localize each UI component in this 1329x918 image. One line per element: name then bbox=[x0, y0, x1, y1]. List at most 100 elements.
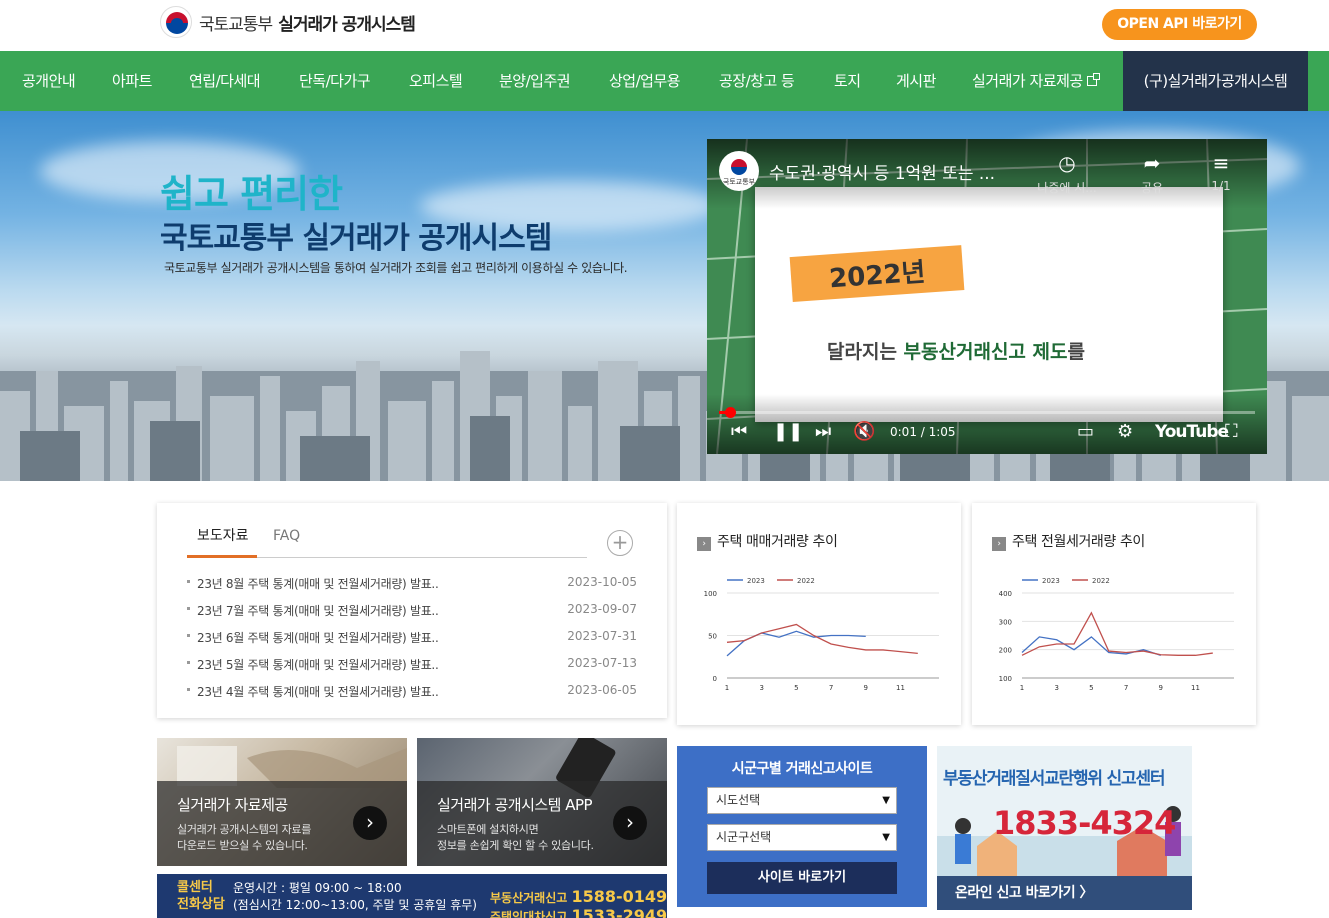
youtube-logo[interactable]: YouTube bbox=[1155, 422, 1229, 442]
series-line-2022 bbox=[1021, 611, 1213, 656]
nav-item-land[interactable]: 토지 bbox=[834, 51, 861, 111]
main-nav: 공개안내 아파트 연립/다세대 단독/다가구 오피스텔 분양/입주권 상업/업무… bbox=[0, 51, 1329, 111]
list-item-date: 2023-06-05 bbox=[567, 683, 637, 697]
chart-title[interactable]: › 주택 매매거래량 추이 bbox=[697, 531, 838, 551]
clock-icon: ◷ bbox=[1058, 151, 1076, 175]
nav-item-rowhouse[interactable]: 연립/다세대 bbox=[189, 51, 261, 111]
video-progress-handle[interactable] bbox=[724, 407, 736, 418]
x-tick-label: 5 bbox=[794, 684, 798, 692]
fullscreen-icon[interactable]: ⛶ bbox=[1225, 421, 1238, 442]
more-plus-icon[interactable]: + bbox=[607, 530, 633, 556]
call-center-label: 콜센터 전화상담 bbox=[177, 880, 225, 912]
settings-gear-icon[interactable]: ⚙ bbox=[1117, 421, 1133, 442]
report-center-banner[interactable]: 부동산거래질서교란행위 신고센터 1833-4324 온라인 신고 바로가기 〉 bbox=[937, 746, 1192, 910]
share-button[interactable]: ➦ 공유 bbox=[1122, 151, 1182, 196]
y-tick-label: 200 bbox=[999, 647, 1012, 655]
list-item-title[interactable]: 23년 4월 주택 통계(매매 및 전월세거래량) 발표.. bbox=[197, 683, 439, 700]
captions-icon[interactable]: ▭ bbox=[1077, 421, 1094, 442]
phone-real-estate: 부동산거래신고 1588-0149 bbox=[490, 887, 667, 906]
video-slide-year: 2022년 bbox=[789, 245, 965, 302]
share-icon: ➦ bbox=[1143, 151, 1161, 175]
nav-item-detached[interactable]: 단독/다가구 bbox=[299, 51, 371, 111]
tab-faq[interactable]: FAQ bbox=[273, 525, 300, 558]
legend-label: 2023 bbox=[747, 577, 765, 585]
playlist-icon: ≡ bbox=[1212, 151, 1230, 175]
list-item[interactable]: 23년 6월 주택 통계(매매 및 전월세거래량) 발표.. 2023-07-3… bbox=[187, 627, 637, 647]
list-item-title[interactable]: 23년 8월 주택 통계(매매 및 전월세거래량) 발표.. bbox=[197, 575, 439, 592]
x-tick-label: 11 bbox=[896, 684, 905, 692]
arrow-right-icon: › bbox=[697, 537, 711, 551]
legend-label: 2023 bbox=[1042, 577, 1060, 585]
nav-item-legacy-system[interactable]: (구)실거래가공개시스템 bbox=[1123, 51, 1308, 111]
open-api-button[interactable]: OPEN API 바로가기 bbox=[1102, 9, 1257, 40]
phone-lease: 주택임대차신고 1533-2949 bbox=[490, 906, 667, 918]
x-tick-label: 1 bbox=[725, 684, 729, 692]
nav-item-commercial[interactable]: 상업/업무용 bbox=[609, 51, 681, 111]
nav-item-factory[interactable]: 공장/창고 등 bbox=[719, 51, 795, 111]
list-item-title[interactable]: 23년 7월 주택 통계(매매 및 전월세거래량) 발표.. bbox=[197, 602, 439, 619]
site-box-title: 시군구별 거래신고사이트 bbox=[731, 761, 873, 777]
call-center-hours: 운영시간 : 평일 09:00 ~ 18:00 (점심시간 12:00~13:00… bbox=[233, 881, 477, 912]
district-select[interactable]: 시군구선택 ▼ bbox=[707, 824, 897, 851]
list-item[interactable]: 23년 7월 주택 통계(매매 및 전월세거래량) 발표.. 2023-09-0… bbox=[187, 600, 637, 620]
video-slide-caption: 달라지는 부동산거래신고 제도를 bbox=[827, 341, 1085, 363]
channel-logo-icon[interactable]: 국토교통부 bbox=[719, 151, 759, 191]
x-tick-label: 9 bbox=[864, 684, 868, 692]
list-item-title[interactable]: 23년 5월 주택 통계(매매 및 전월세거래량) 발표.. bbox=[197, 656, 439, 673]
x-tick-label: 7 bbox=[1124, 684, 1128, 692]
chevron-right-icon[interactable]: › bbox=[613, 806, 647, 840]
y-tick-label: 400 bbox=[999, 590, 1012, 598]
tab-press-release[interactable]: 보도자료 bbox=[187, 525, 257, 558]
chart-title[interactable]: › 주택 전월세거래량 추이 bbox=[992, 531, 1145, 551]
province-select[interactable]: 시도선택 ▼ bbox=[707, 787, 897, 814]
y-tick-label: 300 bbox=[999, 618, 1012, 626]
tile-title: 실거래가 공개시스템 APP bbox=[437, 796, 593, 814]
nav-item-info[interactable]: 공개안내 bbox=[22, 51, 76, 111]
data-provision-tile[interactable]: 실거래가 자료제공 실거래가 공개시스템의 자료를 다운로드 받으실 수 있습니다… bbox=[157, 738, 407, 866]
site-logo[interactable]: 국토교통부 실거래가 공개시스템 bbox=[160, 6, 416, 38]
video-player[interactable]: 2022년 달라지는 부동산거래신고 제도를 국토교통부 수도권·광역시 등 1… bbox=[707, 139, 1267, 454]
watch-later-button[interactable]: ◷ 나중에 시... bbox=[1037, 151, 1097, 196]
online-report-link[interactable]: 온라인 신고 바로가기 〉 bbox=[937, 876, 1192, 910]
video-slide-card: 2022년 달라지는 부동산거래신고 제도를 bbox=[755, 187, 1223, 422]
tile-title: 실거래가 자료제공 bbox=[177, 796, 288, 814]
next-icon[interactable]: ⏭ bbox=[815, 421, 831, 442]
list-item[interactable]: 23년 8월 주택 통계(매매 및 전월세거래량) 발표.. 2023-10-0… bbox=[187, 573, 637, 593]
nav-item-apartment[interactable]: 아파트 bbox=[112, 51, 152, 111]
arrow-right-icon: › bbox=[992, 537, 1006, 551]
playlist-button[interactable]: ≡ 1/1 bbox=[1191, 151, 1251, 193]
press-release-panel: 보도자료 FAQ + 23년 8월 주택 통계(매매 및 전월세거래량) 발표.… bbox=[157, 503, 667, 718]
chevron-right-icon[interactable]: › bbox=[353, 806, 387, 840]
nav-item-presale[interactable]: 분양/입주권 bbox=[499, 51, 571, 111]
sales-volume-chart-panel[interactable]: › 주택 매매거래량 추이 2023 2022 100 50 0 1 3 5 7 9 11 bbox=[677, 503, 961, 725]
video-title[interactable]: 수도권·광역시 등 1억원 또는 ... bbox=[769, 159, 995, 184]
previous-icon[interactable]: ⏮ bbox=[731, 421, 747, 442]
nav-item-officetel[interactable]: 오피스텔 bbox=[409, 51, 463, 111]
list-item[interactable]: 23년 4월 주택 통계(매매 및 전월세거래량) 발표.. 2023-06-0… bbox=[187, 681, 637, 701]
y-tick-label: 100 bbox=[704, 590, 717, 598]
mute-icon[interactable]: 🔇 bbox=[853, 421, 875, 442]
tile-description: 실거래가 공개시스템의 자료를 다운로드 받으실 수 있습니다. bbox=[177, 823, 312, 852]
pause-icon[interactable]: ❚❚ bbox=[773, 421, 803, 442]
logo-org: 국토교통부 bbox=[199, 14, 273, 35]
sales-volume-line-chart: 2023 2022 100 50 01 3 5 7 9 11 bbox=[704, 577, 939, 692]
go-to-site-button[interactable]: 사이트 바로가기 bbox=[707, 862, 897, 894]
x-tick-label: 7 bbox=[829, 684, 833, 692]
playlist-label: 1/1 bbox=[1211, 179, 1231, 193]
video-progress-bar[interactable] bbox=[719, 407, 1255, 418]
list-item[interactable]: 23년 5월 주택 통계(매매 및 전월세거래량) 발표.. 2023-07-1… bbox=[187, 654, 637, 674]
y-tick-label: 100 bbox=[999, 675, 1012, 683]
share-label: 공유 bbox=[1140, 181, 1164, 195]
y-tick-label: 50 bbox=[708, 633, 717, 641]
tile-description: 스마트폰에 설치하시면 정보를 손쉽게 확인 할 수 있습니다. bbox=[437, 823, 594, 852]
rent-volume-chart-panel[interactable]: › 주택 전월세거래량 추이 2023 2022 400 300 200 100 1 3 5 7 9 1… bbox=[972, 503, 1256, 725]
x-tick-label: 3 bbox=[1054, 684, 1058, 692]
mobile-app-tile[interactable]: 실거래가 공개시스템 APP 스마트폰에 설치하시면 정보를 손쉽게 확인 할 수… bbox=[417, 738, 667, 866]
list-item-title[interactable]: 23년 6월 주택 통계(매매 및 전월세거래량) 발표.. bbox=[197, 629, 439, 646]
local-report-site-box: 시군구별 거래신고사이트 시도선택 ▼ 시군구선택 ▼ 사이트 바로가기 bbox=[677, 746, 927, 907]
legend-label: 2022 bbox=[797, 577, 815, 585]
nav-item-data-provision[interactable]: 실거래가 자료제공 bbox=[972, 51, 1100, 111]
chevron-down-icon: ▼ bbox=[882, 832, 890, 843]
x-tick-label: 1 bbox=[1020, 684, 1024, 692]
nav-item-board[interactable]: 게시판 bbox=[896, 51, 936, 111]
